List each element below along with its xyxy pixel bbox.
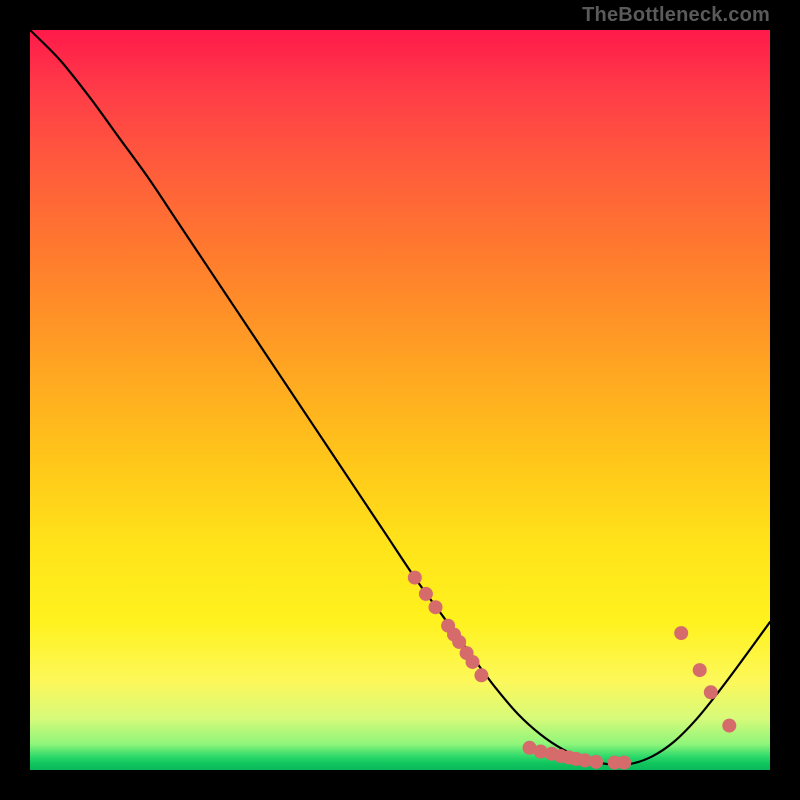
scatter-point — [408, 571, 422, 585]
scatter-point — [704, 685, 718, 699]
scatter-point — [429, 600, 443, 614]
scatter-point — [674, 626, 688, 640]
scatter-point — [693, 663, 707, 677]
scatter-point — [419, 587, 433, 601]
watermark-label: TheBottleneck.com — [582, 4, 770, 27]
scatter-markers — [408, 571, 737, 770]
curve-path — [30, 30, 770, 765]
scatter-point — [589, 755, 603, 769]
plot-area — [30, 30, 770, 770]
chart-svg — [30, 30, 770, 770]
chart-stage: TheBottleneck.com — [0, 0, 800, 800]
scatter-point — [617, 756, 631, 770]
scatter-point — [466, 655, 480, 669]
scatter-point — [474, 668, 488, 682]
scatter-point — [722, 719, 736, 733]
